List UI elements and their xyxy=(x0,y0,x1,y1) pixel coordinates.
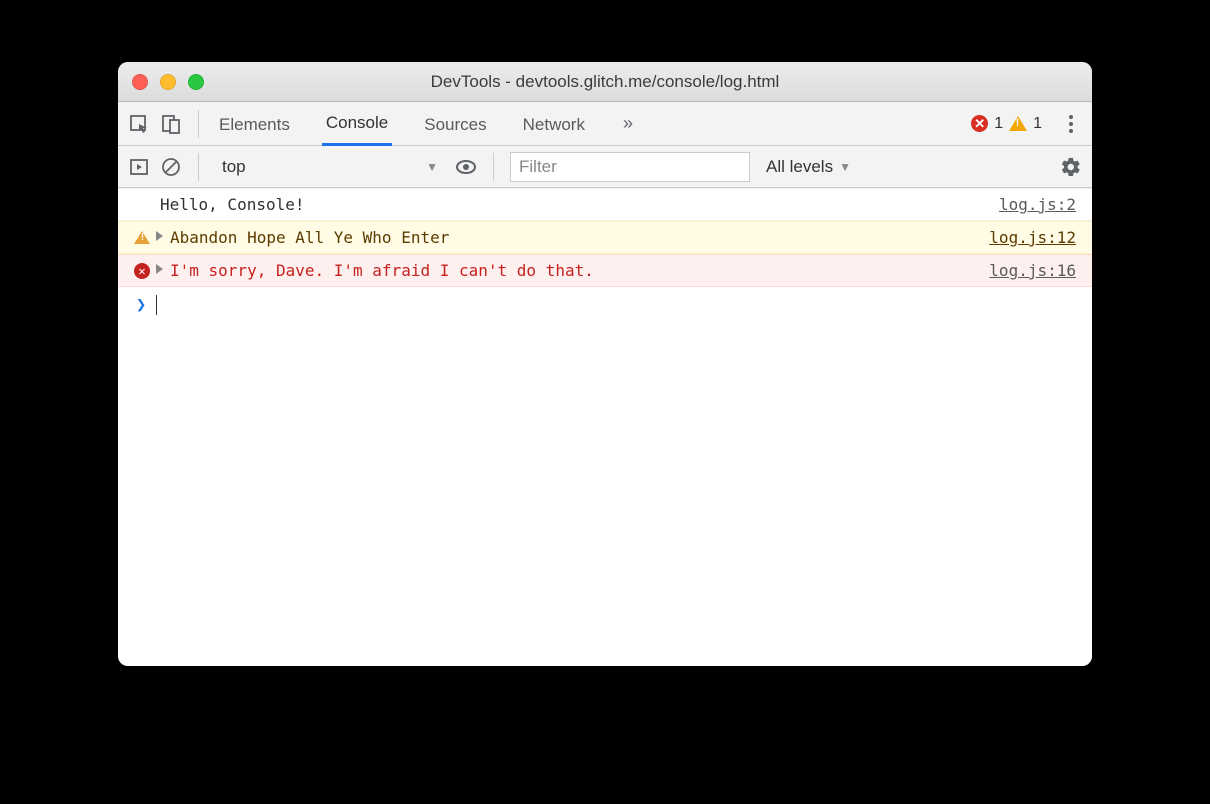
console-warning-row: Abandon Hope All Ye Who Enter log.js:12 xyxy=(118,221,1092,254)
log-source-link[interactable]: log.js:2 xyxy=(999,195,1082,214)
error-message: I'm sorry, Dave. I'm afraid I can't do t… xyxy=(170,261,989,280)
status-counts[interactable]: ✕ 1 1 xyxy=(971,115,1042,133)
chevron-down-icon: ▼ xyxy=(839,160,851,174)
warning-icon xyxy=(128,231,156,244)
log-message: Hello, Console! xyxy=(160,195,999,214)
inspect-element-icon[interactable] xyxy=(128,113,150,135)
text-cursor xyxy=(156,295,157,315)
tab-elements[interactable]: Elements xyxy=(215,105,294,145)
context-selector[interactable]: top ▼ xyxy=(215,154,445,180)
warning-source-link[interactable]: log.js:12 xyxy=(989,228,1082,247)
error-source-link[interactable]: log.js:16 xyxy=(989,261,1082,280)
error-icon: ✕ xyxy=(128,263,156,279)
console-log-row: Hello, Console! log.js:2 xyxy=(118,188,1092,221)
warning-message: Abandon Hope All Ye Who Enter xyxy=(170,228,989,247)
live-expression-icon[interactable] xyxy=(455,156,477,178)
filter-input[interactable] xyxy=(510,152,750,182)
minimize-window-button[interactable] xyxy=(160,74,176,90)
chevron-down-icon: ▼ xyxy=(426,160,438,174)
close-window-button[interactable] xyxy=(132,74,148,90)
console-error-row: ✕ I'm sorry, Dave. I'm afraid I can't do… xyxy=(118,254,1092,287)
window-title: DevTools - devtools.glitch.me/console/lo… xyxy=(431,72,780,92)
toggle-sidebar-icon[interactable] xyxy=(128,156,150,178)
context-value: top xyxy=(222,157,246,177)
prompt-chevron-icon: ❯ xyxy=(136,295,146,315)
levels-value: All levels xyxy=(766,157,833,177)
error-count: 1 xyxy=(994,115,1003,133)
warning-badge-icon xyxy=(1009,116,1027,131)
console-prompt[interactable]: ❯ xyxy=(118,287,1092,323)
devtools-window: DevTools - devtools.glitch.me/console/lo… xyxy=(118,62,1092,666)
error-badge-icon: ✕ xyxy=(971,115,988,132)
device-toolbar-icon[interactable] xyxy=(160,113,182,135)
expand-toggle[interactable] xyxy=(156,264,170,277)
console-toolbar: top ▼ All levels ▼ xyxy=(118,146,1092,188)
more-tabs-button[interactable]: » xyxy=(617,113,639,134)
console-settings-icon[interactable] xyxy=(1060,156,1082,178)
console-messages: Hello, Console! log.js:2 Abandon Hope Al… xyxy=(118,188,1092,666)
panel-tabs: Elements Console Sources Network » xyxy=(215,102,961,145)
titlebar: DevTools - devtools.glitch.me/console/lo… xyxy=(118,62,1092,102)
divider xyxy=(198,110,199,138)
divider xyxy=(198,153,199,181)
warning-count: 1 xyxy=(1033,115,1042,133)
main-toolbar: Elements Console Sources Network » ✕ 1 1 xyxy=(118,102,1092,146)
divider xyxy=(493,153,494,181)
tab-console[interactable]: Console xyxy=(322,103,392,146)
traffic-lights xyxy=(132,74,204,90)
maximize-window-button[interactable] xyxy=(188,74,204,90)
log-levels-selector[interactable]: All levels ▼ xyxy=(760,157,857,177)
expand-toggle[interactable] xyxy=(156,231,170,244)
clear-console-icon[interactable] xyxy=(160,156,182,178)
settings-menu-button[interactable] xyxy=(1060,115,1082,133)
tab-sources[interactable]: Sources xyxy=(420,105,490,145)
tab-network[interactable]: Network xyxy=(519,105,589,145)
